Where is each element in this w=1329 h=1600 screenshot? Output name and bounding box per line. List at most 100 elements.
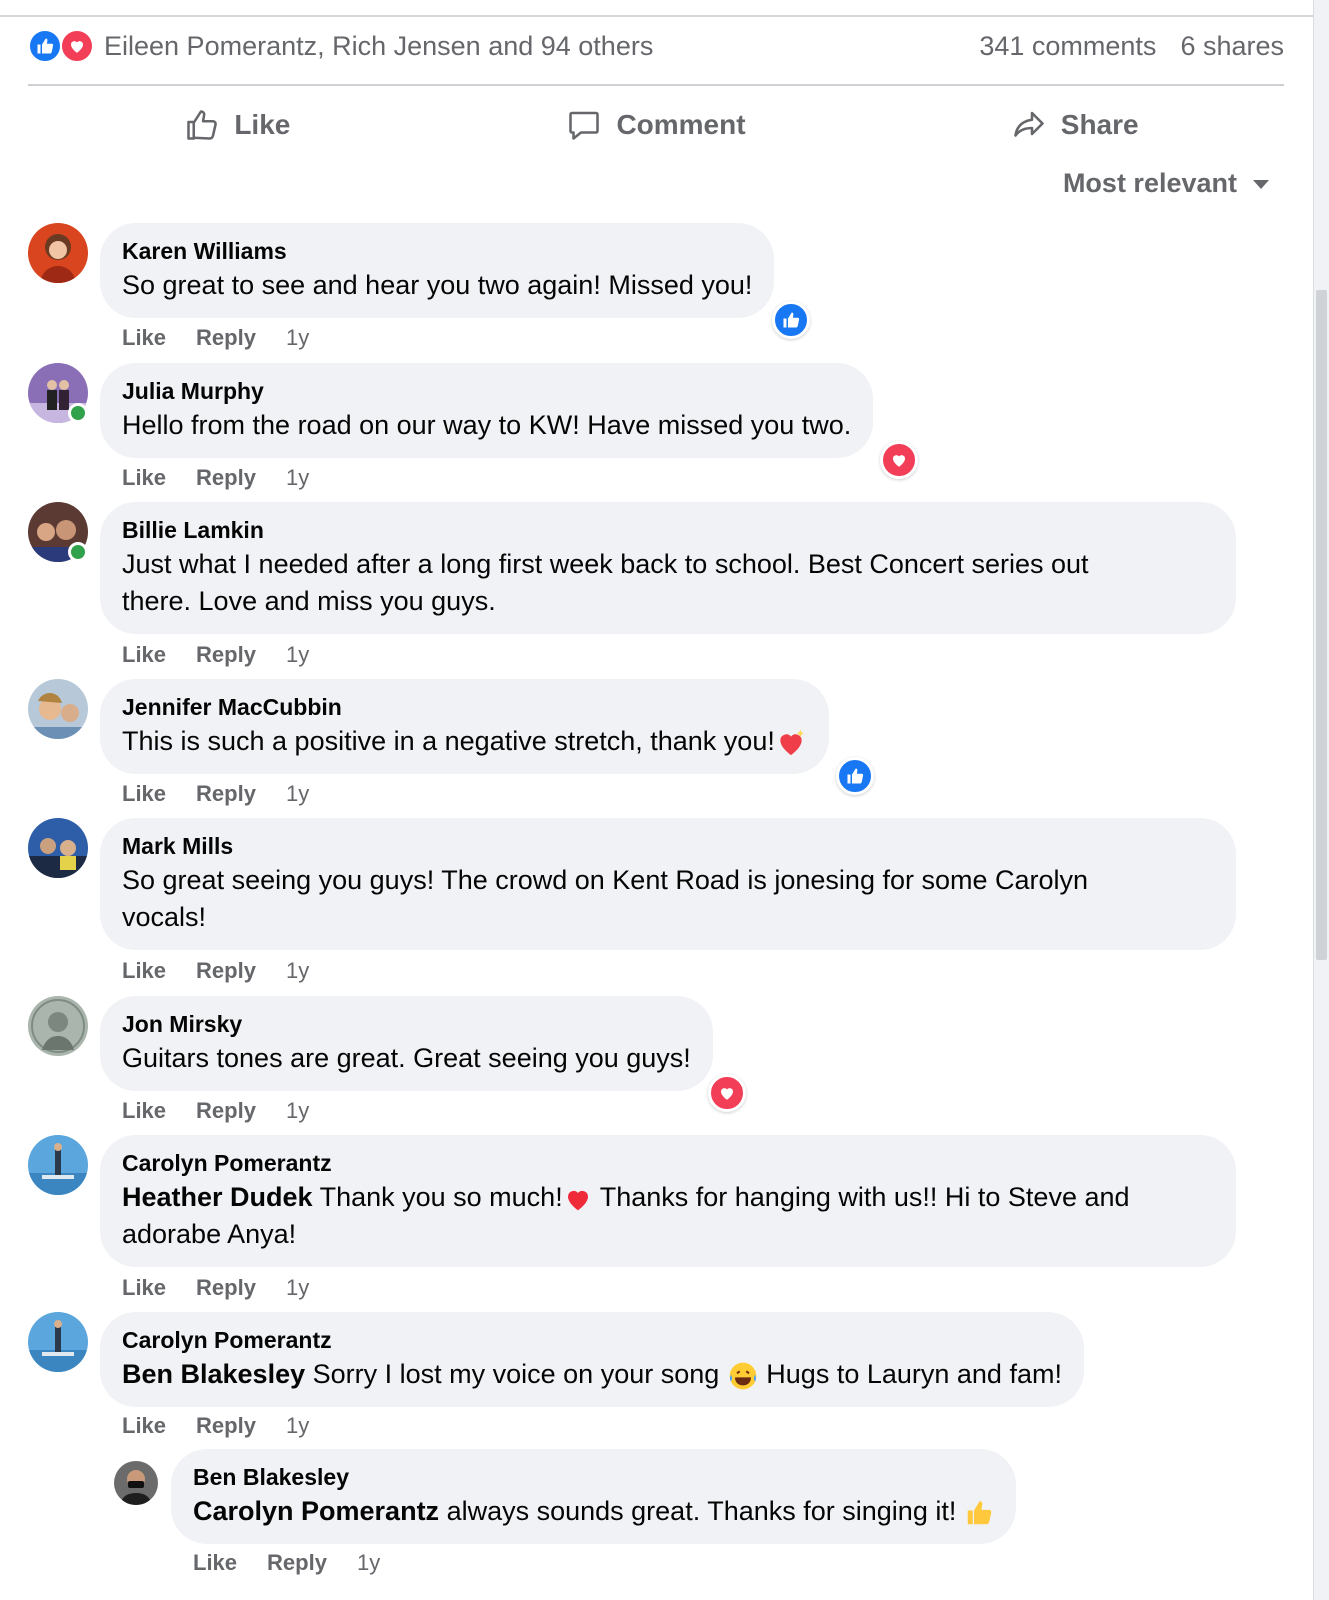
- comment-reply-link[interactable]: Reply: [196, 1413, 256, 1439]
- comment-author[interactable]: Carolyn Pomerantz: [122, 1147, 1214, 1179]
- comment-author[interactable]: Mark Mills: [122, 830, 1214, 862]
- comment-text-content: Thank you so much!: [312, 1182, 563, 1212]
- comment-timestamp[interactable]: 1y: [286, 781, 309, 807]
- comment-text-line: vocals!: [122, 902, 207, 932]
- online-status-indicator: [68, 542, 88, 562]
- scrollbar[interactable]: [1313, 0, 1329, 1600]
- comment-reply-link[interactable]: Reply: [267, 1550, 327, 1576]
- like-button[interactable]: Like: [28, 98, 447, 152]
- avatar[interactable]: [28, 1312, 88, 1372]
- comment-button[interactable]: Comment: [447, 98, 866, 152]
- comment-bubble: Carolyn Pomerantz Heather Dudek Thank yo…: [100, 1135, 1236, 1267]
- comment-like-link[interactable]: Like: [122, 1098, 166, 1124]
- comment-text-line: Heather Dudek Thank you so much! Thanks …: [122, 1179, 1214, 1216]
- avatar[interactable]: [28, 818, 88, 878]
- post-action-bar: Like Comment Share: [28, 98, 1284, 152]
- comment-text: Carolyn Pomerantz always sounds great. T…: [193, 1493, 994, 1530]
- comment-timestamp[interactable]: 1y: [286, 642, 309, 668]
- comment-author[interactable]: Julia Murphy: [122, 375, 851, 407]
- love-reaction-badge[interactable]: [880, 441, 918, 479]
- sparkling-heart-icon: [780, 729, 804, 755]
- comment-author[interactable]: Ben Blakesley: [193, 1461, 994, 1493]
- love-reaction-icon: [60, 29, 94, 63]
- scrollbar-thumb[interactable]: [1316, 290, 1327, 960]
- comment-like-link[interactable]: Like: [122, 958, 166, 984]
- comment-bubble: Karen Williams So great to see and hear …: [100, 223, 775, 318]
- comment-sort-dropdown[interactable]: Most relevant: [1063, 168, 1271, 199]
- like-reaction-badge[interactable]: [836, 757, 874, 795]
- mention-link[interactable]: Heather Dudek: [122, 1182, 313, 1212]
- comment-like-link[interactable]: Like: [122, 325, 166, 351]
- comment-like-link[interactable]: Like: [122, 465, 166, 491]
- comment-reply-link[interactable]: Reply: [196, 465, 256, 491]
- comment-like-link[interactable]: Like: [122, 642, 166, 668]
- comment-reply-link[interactable]: Reply: [196, 781, 256, 807]
- comment-text-content: Hugs to Lauryn and fam!: [758, 1359, 1062, 1389]
- thumbs-up-emoji-icon: [967, 1501, 992, 1525]
- comment-timestamp[interactable]: 1y: [286, 325, 309, 351]
- comment-like-link[interactable]: Like: [122, 1275, 166, 1301]
- comment-timestamp[interactable]: 1y: [286, 1275, 309, 1301]
- avatar[interactable]: [28, 223, 88, 283]
- top-divider: [0, 15, 1313, 17]
- comment-timestamp[interactable]: 1y: [286, 465, 309, 491]
- comment-text: Hello from the road on our way to KW! Ha…: [122, 410, 852, 440]
- comment-reply-link[interactable]: Reply: [196, 958, 256, 984]
- comment-meta: Like Reply 1y: [122, 325, 309, 351]
- mention-link[interactable]: Carolyn Pomerantz: [193, 1496, 439, 1526]
- comment-author[interactable]: Billie Lamkin: [122, 514, 1214, 546]
- red-heart-icon: [567, 1190, 588, 1211]
- laughing-tears-icon: [729, 1362, 757, 1390]
- avatar[interactable]: [28, 679, 88, 739]
- comment-timestamp[interactable]: 1y: [286, 1413, 309, 1439]
- comment-button-label: Comment: [616, 109, 746, 140]
- comment-reply-link[interactable]: Reply: [196, 1098, 256, 1124]
- share-arrow-icon: [1013, 111, 1044, 137]
- comment-timestamp[interactable]: 1y: [286, 1098, 309, 1124]
- like-reaction-badge[interactable]: [772, 301, 810, 339]
- comment-meta: Like Reply 1y: [122, 465, 309, 491]
- comment-text: Ben Blakesley Sorry I lost my voice on y…: [122, 1356, 1062, 1393]
- comment-bubble: Mark Mills So great seeing you guys! The…: [100, 818, 1236, 950]
- comment-text-content: This is such a positive in a negative st…: [122, 726, 775, 756]
- avatar[interactable]: [28, 1135, 88, 1195]
- comment-text: Guitars tones are great. Great seeing yo…: [122, 1043, 691, 1073]
- share-button-label: Share: [1060, 109, 1139, 140]
- comment-text: So great to see and hear you two again! …: [122, 270, 753, 300]
- caret-down-icon: [1253, 179, 1269, 189]
- comment-timestamp[interactable]: 1y: [286, 958, 309, 984]
- comment-reply-link[interactable]: Reply: [196, 325, 256, 351]
- share-button[interactable]: Share: [865, 98, 1284, 152]
- comment-icon: [569, 111, 600, 140]
- comment-author[interactable]: Carolyn Pomerantz: [122, 1324, 1062, 1356]
- sort-label: Most relevant: [1062, 168, 1237, 198]
- comment-meta: Like Reply 1y: [122, 1413, 309, 1439]
- shares-count-link[interactable]: 6 shares: [1180, 31, 1284, 62]
- comment-author[interactable]: Jennifer MacCubbin: [122, 691, 807, 723]
- comment-timestamp[interactable]: 1y: [357, 1550, 380, 1576]
- online-status-indicator: [68, 403, 88, 423]
- reaction-icons[interactable]: [28, 29, 94, 63]
- comment-meta: Like Reply 1y: [122, 642, 309, 668]
- comments-count-link[interactable]: 341 comments: [979, 31, 1156, 62]
- comment-meta: Like Reply 1y: [122, 781, 309, 807]
- comment-reply-link[interactable]: Reply: [196, 642, 256, 668]
- comment-reply-link[interactable]: Reply: [196, 1275, 256, 1301]
- comment-text-line: there. Love and miss you guys.: [122, 586, 496, 616]
- comment-meta: Like Reply 1y: [122, 1275, 309, 1301]
- comment-author[interactable]: Jon Mirsky: [122, 1008, 691, 1040]
- avatar[interactable]: [114, 1461, 158, 1505]
- love-reaction-badge[interactable]: [708, 1074, 746, 1112]
- comment-like-link[interactable]: Like: [193, 1550, 237, 1576]
- comment-bubble: Ben Blakesley Carolyn Pomerantz always s…: [171, 1449, 1016, 1544]
- reactors-link[interactable]: Eileen Pomerantz, Rich Jensen and 94 oth…: [104, 31, 653, 62]
- comment-like-link[interactable]: Like: [122, 781, 166, 807]
- comment-text-content: Sorry I lost my voice on your song: [305, 1359, 727, 1389]
- comment-bubble: Billie Lamkin Just what I needed after a…: [100, 502, 1236, 634]
- comment-text: Just what I needed after a long first we…: [122, 546, 1214, 620]
- avatar[interactable]: [28, 996, 88, 1056]
- mention-link[interactable]: Ben Blakesley: [122, 1359, 305, 1389]
- comment-author[interactable]: Karen Williams: [122, 235, 752, 267]
- comment-like-link[interactable]: Like: [122, 1413, 166, 1439]
- action-divider: [28, 84, 1284, 86]
